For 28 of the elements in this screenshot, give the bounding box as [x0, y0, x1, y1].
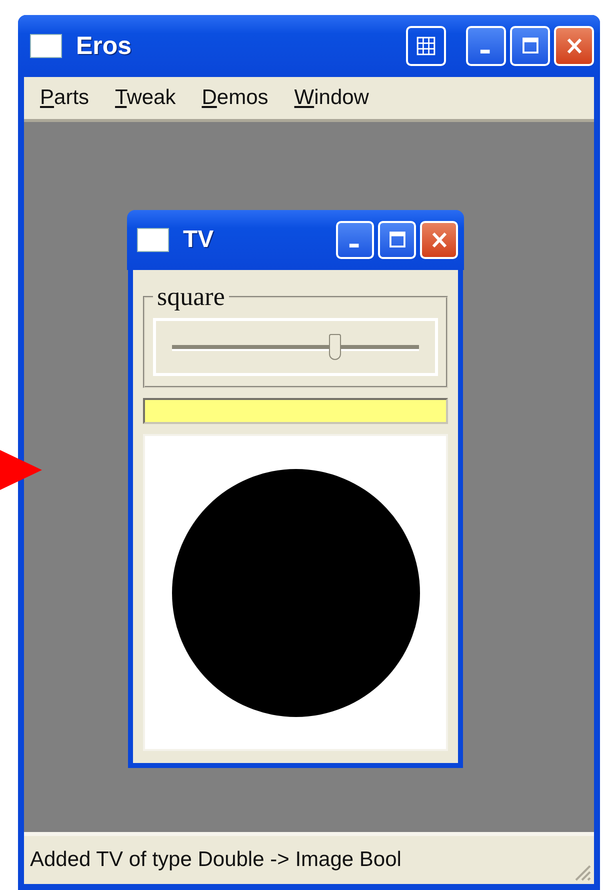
minimize-button[interactable]	[336, 221, 374, 259]
menu-item[interactable]: Parts	[40, 86, 90, 110]
menu-item[interactable]: Tweak	[115, 86, 176, 110]
maximize-button[interactable]	[378, 221, 416, 259]
minimize-icon	[480, 50, 490, 54]
window-icon	[137, 228, 169, 252]
minimize-button[interactable]	[466, 26, 506, 66]
grid-button[interactable]	[406, 26, 446, 66]
close-button[interactable]	[554, 26, 594, 66]
close-icon	[566, 38, 582, 54]
maximize-button[interactable]	[510, 26, 550, 66]
menu-item[interactable]: Demos	[202, 86, 268, 110]
text-field[interactable]	[143, 398, 448, 424]
menu-item[interactable]: Window	[294, 86, 369, 110]
slider[interactable]	[172, 333, 419, 361]
window-title: TV	[183, 226, 215, 254]
minimize-icon	[349, 244, 359, 248]
maximize-icon	[522, 38, 538, 54]
maximize-icon	[390, 232, 406, 248]
window-icon	[30, 34, 62, 58]
close-button[interactable]	[420, 221, 458, 259]
status-text: Added TV of type Double -> Image Bool	[30, 848, 402, 872]
slider-thumb[interactable]	[329, 334, 342, 360]
pointer-arrow	[0, 450, 42, 490]
group-label: square	[156, 282, 226, 312]
grid-icon	[416, 36, 436, 56]
window-title: Eros	[76, 32, 133, 60]
close-icon	[432, 232, 448, 248]
